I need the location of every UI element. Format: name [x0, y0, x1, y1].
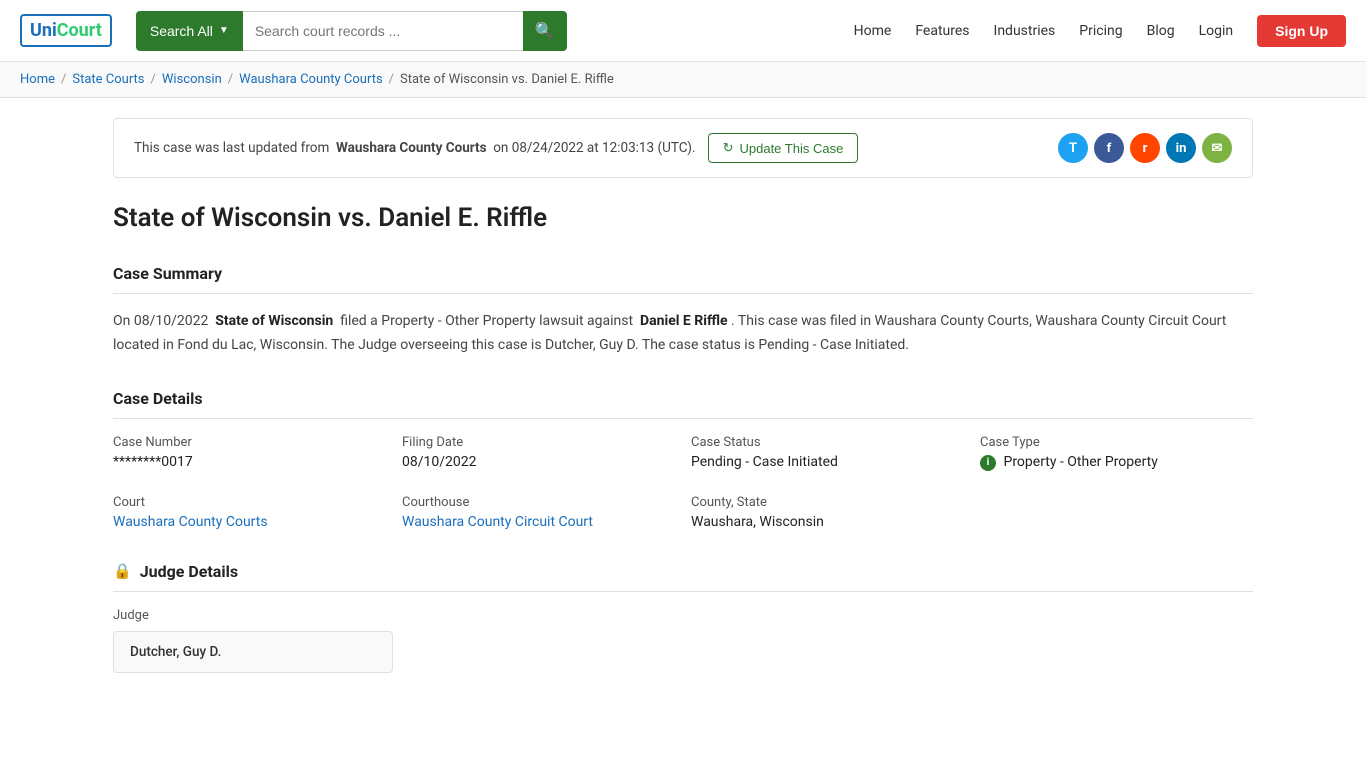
- search-bar: Search All ▼ 🔍: [136, 11, 567, 51]
- summary-mid-text: filed a Property - Other Property lawsui…: [340, 313, 633, 329]
- header: UniCourt Search All ▼ 🔍 Home Features In…: [0, 0, 1366, 62]
- update-text-prefix: This case was last updated from: [134, 140, 329, 156]
- detail-case-status: Case Status Pending - Case Initiated: [691, 435, 964, 470]
- email-icon[interactable]: ✉: [1202, 133, 1232, 163]
- courthouse-link[interactable]: Waushara County Circuit Court: [402, 514, 593, 530]
- detail-filing-date: Filing Date 08/10/2022: [402, 435, 675, 470]
- search-icon: 🔍: [535, 21, 555, 41]
- breadcrumb-home[interactable]: Home: [20, 72, 55, 87]
- case-summary-section: Case Summary On 08/10/2022 State of Wisc…: [113, 264, 1253, 358]
- update-court-name: Waushara County Courts: [336, 140, 487, 156]
- county-state-value: Waushara, Wisconsin: [691, 514, 964, 530]
- search-all-button[interactable]: Search All ▼: [136, 11, 243, 51]
- case-summary-header: Case Summary: [113, 264, 1253, 294]
- county-state-label: County, State: [691, 495, 964, 510]
- court-value: Waushara County Courts: [113, 514, 386, 530]
- judge-label: Judge: [113, 608, 1253, 623]
- case-type-value: i Property - Other Property: [980, 454, 1253, 470]
- summary-date: On 08/10/2022: [113, 313, 208, 329]
- case-details-grid: Case Number ********0017 Filing Date 08/…: [113, 435, 1253, 529]
- case-details-header: Case Details: [113, 389, 1253, 419]
- breadcrumb-sep-1: /: [61, 72, 66, 87]
- detail-county-state: County, State Waushara, Wisconsin: [691, 495, 964, 530]
- search-submit-button[interactable]: 🔍: [523, 11, 567, 51]
- filing-date-label: Filing Date: [402, 435, 675, 450]
- update-text-suffix: on 08/24/2022 at 12:03:13 (UTC).: [493, 140, 695, 156]
- detail-courthouse: Courthouse Waushara County Circuit Court: [402, 495, 675, 530]
- judge-name-row: Dutcher, Guy D.: [114, 632, 392, 672]
- logo[interactable]: UniCourt: [20, 14, 112, 47]
- breadcrumb-waushara-courts[interactable]: Waushara County Courts: [239, 72, 383, 87]
- case-status-value: Pending - Case Initiated: [691, 454, 964, 470]
- main-content: This case was last updated from Waushara…: [93, 98, 1273, 725]
- nav-login[interactable]: Login: [1199, 23, 1234, 39]
- update-notice-text: This case was last updated from Waushara…: [134, 140, 696, 156]
- breadcrumb-wisconsin[interactable]: Wisconsin: [162, 72, 222, 87]
- reddit-icon[interactable]: r: [1130, 133, 1160, 163]
- case-summary-text: On 08/10/2022 State of Wisconsin filed a…: [113, 310, 1253, 358]
- nav-home[interactable]: Home: [854, 23, 892, 39]
- social-icons: T f r in ✉: [1058, 133, 1232, 163]
- breadcrumb-current: State of Wisconsin vs. Daniel E. Riffle: [400, 72, 614, 87]
- update-notice: This case was last updated from Waushara…: [113, 118, 1253, 178]
- facebook-icon[interactable]: f: [1094, 133, 1124, 163]
- detail-court: Court Waushara County Courts: [113, 495, 386, 530]
- case-type-text: Property - Other Property: [1003, 454, 1157, 470]
- breadcrumb-sep-4: /: [389, 72, 394, 87]
- nav-features[interactable]: Features: [915, 23, 969, 39]
- signup-button[interactable]: Sign Up: [1257, 15, 1346, 47]
- judge-section-label: Judge Details: [140, 562, 238, 581]
- courthouse-value: Waushara County Circuit Court: [402, 514, 675, 530]
- case-number-value: ********0017: [113, 454, 386, 470]
- case-number-label: Case Number: [113, 435, 386, 450]
- breadcrumb-state-courts[interactable]: State Courts: [72, 72, 144, 87]
- detail-case-number: Case Number ********0017: [113, 435, 386, 470]
- nav-pricing[interactable]: Pricing: [1079, 23, 1122, 39]
- lock-icon: 🔒: [113, 562, 132, 580]
- detail-case-type: Case Type i Property - Other Property: [980, 435, 1253, 470]
- update-button-label: Update This Case: [739, 141, 843, 156]
- courthouse-label: Courthouse: [402, 495, 675, 510]
- search-input[interactable]: [243, 11, 523, 51]
- update-notice-left: This case was last updated from Waushara…: [134, 133, 858, 163]
- judge-section: 🔒 Judge Details Judge Dutcher, Guy D.: [113, 562, 1253, 673]
- linkedin-icon[interactable]: in: [1166, 133, 1196, 163]
- update-case-button[interactable]: ↻ Update This Case: [708, 133, 859, 163]
- twitter-icon[interactable]: T: [1058, 133, 1088, 163]
- court-label: Court: [113, 495, 386, 510]
- case-type-label: Case Type: [980, 435, 1253, 450]
- main-nav: Home Features Industries Pricing Blog Lo…: [854, 15, 1346, 47]
- case-details-section: Case Details Case Number ********0017 Fi…: [113, 389, 1253, 529]
- judge-table: Dutcher, Guy D.: [113, 631, 393, 673]
- info-icon: i: [980, 455, 996, 471]
- breadcrumb-sep-3: /: [228, 72, 233, 87]
- nav-industries[interactable]: Industries: [994, 23, 1056, 39]
- case-status-label: Case Status: [691, 435, 964, 450]
- refresh-icon: ↻: [723, 140, 734, 156]
- case-title: State of Wisconsin vs. Daniel E. Riffle: [113, 202, 1253, 236]
- court-link[interactable]: Waushara County Courts: [113, 514, 268, 530]
- search-all-label: Search All: [150, 23, 213, 39]
- summary-defendant: Daniel E Riffle: [640, 313, 728, 329]
- chevron-down-icon: ▼: [219, 25, 229, 36]
- nav-blog[interactable]: Blog: [1147, 23, 1175, 39]
- judge-details-header: 🔒 Judge Details: [113, 562, 1253, 592]
- logo-text: UniCourt: [20, 14, 112, 47]
- filing-date-value: 08/10/2022: [402, 454, 675, 470]
- breadcrumb-sep-2: /: [151, 72, 156, 87]
- summary-plaintiff: State of Wisconsin: [215, 313, 333, 329]
- breadcrumb: Home / State Courts / Wisconsin / Wausha…: [0, 62, 1366, 98]
